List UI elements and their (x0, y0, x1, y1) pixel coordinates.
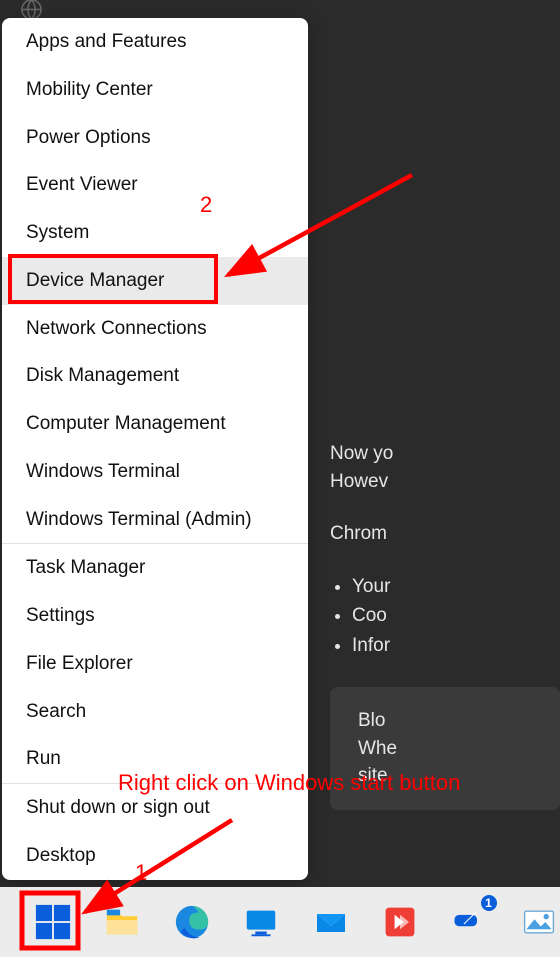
menu-item-desktop[interactable]: Desktop (2, 832, 308, 880)
menu-item-device-manager[interactable]: Device Manager (2, 257, 308, 305)
bg-paragraph-1: Now yo Howev (330, 440, 560, 495)
annotation-instruction: Right click on Windows start button (118, 770, 460, 796)
menu-item-search[interactable]: Search (2, 688, 308, 736)
taskbar-photos[interactable] (519, 901, 560, 943)
monitor-icon (242, 903, 280, 941)
menu-item-apps-features[interactable]: Apps and Features (2, 18, 308, 66)
menu-item-windows-terminal[interactable]: Windows Terminal (2, 448, 308, 496)
notification-badge: 1 (479, 893, 499, 913)
menu-item-network-connections[interactable]: Network Connections (2, 305, 308, 353)
taskbar-edge[interactable] (171, 901, 213, 943)
anydesk-icon (382, 904, 418, 940)
bg-card-line: Whe (358, 735, 532, 763)
menu-item-file-explorer[interactable]: File Explorer (2, 640, 308, 688)
taskbar-phone-link[interactable]: 1 (449, 901, 491, 943)
menu-item-windows-terminal-admin[interactable]: Windows Terminal (Admin) (2, 496, 308, 544)
bg-list-item: Your (352, 573, 560, 601)
bg-list-item: Infor (352, 632, 560, 660)
bg-list: Your Coo Infor (330, 573, 560, 660)
mail-icon (311, 902, 351, 942)
menu-item-settings[interactable]: Settings (2, 592, 308, 640)
menu-item-task-manager[interactable]: Task Manager (2, 544, 308, 592)
taskbar-monitor[interactable] (241, 901, 283, 943)
start-button[interactable] (32, 901, 74, 943)
annotation-number-2: 2 (200, 192, 212, 218)
winx-context-menu[interactable]: Apps and Features Mobility Center Power … (2, 18, 308, 880)
bg-heading: Chrom (330, 520, 560, 548)
edge-icon (173, 903, 211, 941)
bg-text: Howev (330, 471, 388, 492)
taskbar-anydesk[interactable] (380, 901, 422, 943)
bg-list-item: Coo (352, 602, 560, 630)
menu-item-mobility-center[interactable]: Mobility Center (2, 66, 308, 114)
taskbar-mail[interactable] (310, 901, 352, 943)
menu-item-system[interactable]: System (2, 209, 308, 257)
menu-item-disk-management[interactable]: Disk Management (2, 352, 308, 400)
bg-text: Now yo (330, 443, 393, 464)
windows-logo-icon (34, 903, 72, 941)
taskbar-file-explorer[interactable] (102, 901, 144, 943)
menu-item-computer-management[interactable]: Computer Management (2, 400, 308, 448)
bg-card-line: Blo (358, 707, 532, 735)
menu-item-power-options[interactable]: Power Options (2, 114, 308, 162)
taskbar[interactable]: 1 (0, 887, 560, 957)
annotation-number-1: 1 (135, 860, 147, 886)
folder-icon (103, 903, 141, 941)
menu-item-event-viewer[interactable]: Event Viewer (2, 161, 308, 209)
photos-icon (521, 904, 557, 940)
